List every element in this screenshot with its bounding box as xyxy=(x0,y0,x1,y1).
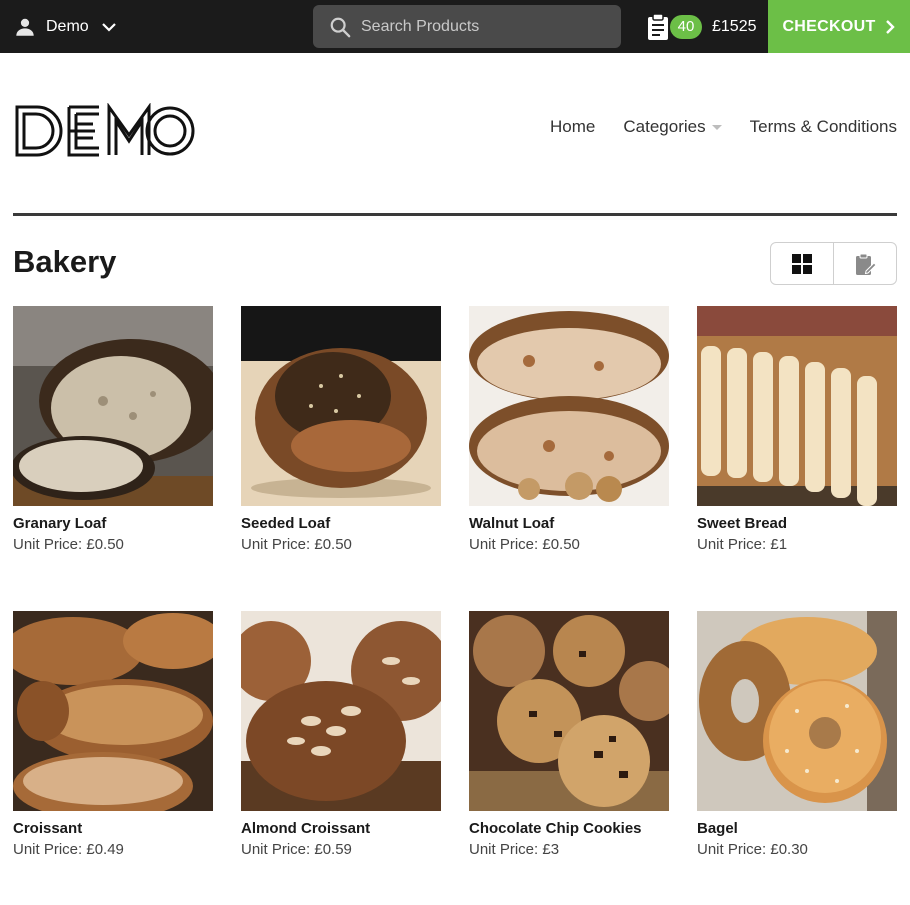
grid-view-button[interactable] xyxy=(771,243,833,284)
checkout-label: CHECKOUT xyxy=(782,17,876,35)
product-image-chocolate-chip-cookies[interactable] xyxy=(469,611,669,811)
product-price: Unit Price: £0.59 xyxy=(241,841,352,858)
product-card[interactable]: Chocolate Chip Cookies Unit Price: £3 xyxy=(469,611,669,858)
product-image-seeded-loaf[interactable] xyxy=(241,306,441,506)
product-price: Unit Price: £3 xyxy=(469,841,560,858)
cart-summary[interactable]: 40 £1525 xyxy=(646,0,757,53)
product-price: Unit Price: £0.30 xyxy=(697,841,808,858)
product-price: Unit Price: £0.50 xyxy=(13,536,124,553)
nav-categories[interactable]: Categories xyxy=(623,117,722,137)
product-image-bagel[interactable] xyxy=(697,611,897,811)
cart-count-badge: 40 xyxy=(670,14,702,39)
product-image-croissant[interactable] xyxy=(13,611,213,811)
product-name: Seeded Loaf xyxy=(241,515,331,532)
nav-terms[interactable]: Terms & Conditions xyxy=(750,117,897,137)
grid-view-icon xyxy=(792,253,812,274)
top-bar: Demo 40 £1525 CHECKOUT xyxy=(0,0,910,53)
product-image-sweet-bread[interactable] xyxy=(697,306,897,506)
product-price: Unit Price: £0.50 xyxy=(241,536,352,553)
account-menu[interactable]: Demo xyxy=(14,0,117,53)
account-name: Demo xyxy=(46,17,89,35)
user-icon xyxy=(16,18,34,36)
product-name: Sweet Bread xyxy=(697,515,788,532)
product-card[interactable]: Sweet Bread Unit Price: £1 xyxy=(697,306,897,553)
product-card[interactable]: Granary Loaf Unit Price: £0.50 xyxy=(13,306,213,553)
product-card[interactable]: Almond Croissant Unit Price: £0.59 xyxy=(241,611,441,858)
product-image-granary-loaf[interactable] xyxy=(13,306,213,506)
product-name: Almond Croissant xyxy=(241,820,371,837)
chevron-down-icon xyxy=(101,22,116,32)
product-card[interactable]: Seeded Loaf Unit Price: £0.50 xyxy=(241,306,441,553)
checkout-button[interactable]: CHECKOUT xyxy=(768,0,910,53)
search-input[interactable] xyxy=(361,17,601,36)
product-price: Unit Price: £0.50 xyxy=(469,536,580,553)
product-card[interactable]: Walnut Loaf Unit Price: £0.50 xyxy=(469,306,669,553)
product-name: Bagel xyxy=(697,820,738,837)
page-title: Bakery xyxy=(13,244,117,279)
product-image-almond-croissant[interactable] xyxy=(241,611,441,811)
product-card[interactable]: Croissant Unit Price: £0.49 xyxy=(13,611,213,858)
quick-order-icon xyxy=(856,253,877,275)
cart-total: £1525 xyxy=(712,17,757,35)
product-image-walnut-loaf[interactable] xyxy=(469,306,669,506)
product-name: Granary Loaf xyxy=(13,515,107,532)
main-nav: Home Categories Terms & Conditions xyxy=(550,117,897,137)
product-card[interactable]: Bagel Unit Price: £0.30 xyxy=(697,611,897,858)
view-toggle xyxy=(770,242,897,285)
product-name: Chocolate Chip Cookies xyxy=(469,820,642,837)
clipboard-icon xyxy=(648,12,668,40)
product-name: Croissant xyxy=(13,820,83,837)
nav-categories-label: Categories xyxy=(623,117,706,136)
nav-home[interactable]: Home xyxy=(550,117,595,137)
search-box xyxy=(313,5,621,48)
product-price: Unit Price: £0.49 xyxy=(13,841,124,858)
product-name: Walnut Loaf xyxy=(469,515,555,532)
quick-order-button[interactable] xyxy=(833,243,896,284)
header-divider xyxy=(13,213,897,216)
caret-down-icon xyxy=(711,125,722,131)
product-price: Unit Price: £1 xyxy=(697,536,788,553)
chevron-right-icon xyxy=(885,19,895,34)
demo-logo[interactable] xyxy=(15,103,195,159)
search-icon[interactable] xyxy=(329,16,351,38)
